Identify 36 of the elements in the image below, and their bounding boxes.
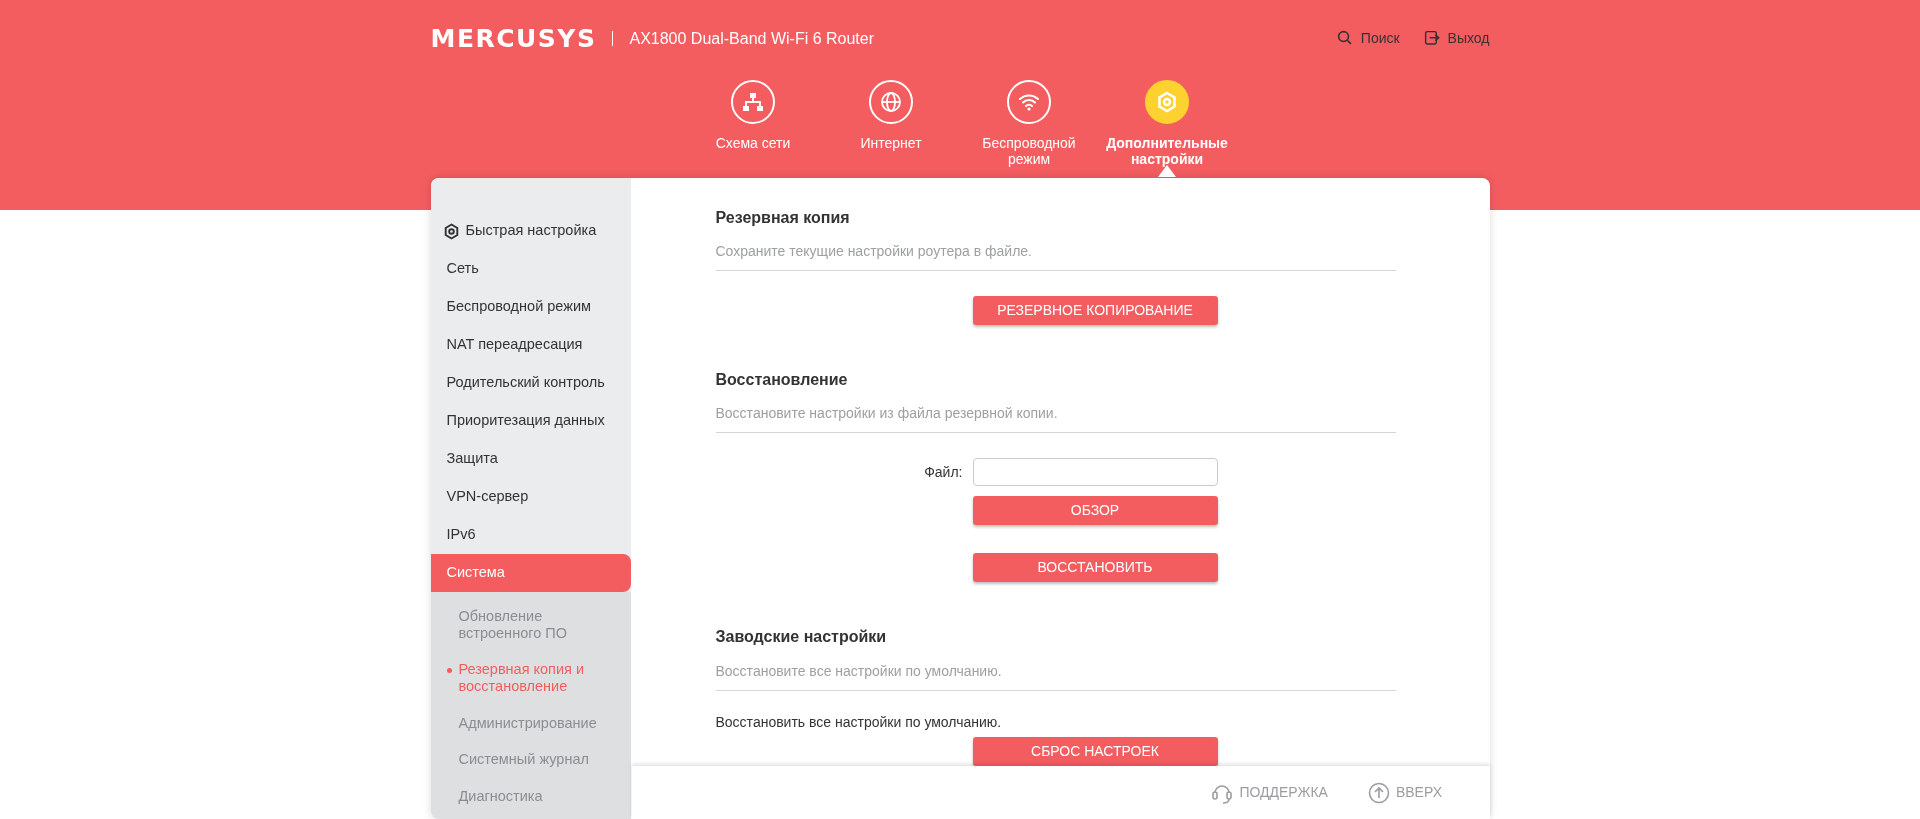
logout-button[interactable]: Выход <box>1423 28 1490 49</box>
sidebar-item[interactable]: Приоритезация данных <box>430 402 631 440</box>
sidebar-item[interactable]: NAT переадресация <box>430 326 631 364</box>
search-button[interactable]: Поиск <box>1336 28 1400 49</box>
submenu-item[interactable]: Обновление встроенного ПО <box>430 598 631 652</box>
sidebar-item[interactable]: Родительский контроль <box>430 364 631 402</box>
sidebar-item[interactable]: Защита <box>430 440 631 478</box>
sidebar-item[interactable]: Система <box>430 554 631 592</box>
router-model: AX1800 Dual-Band Wi-Fi 6 Router <box>629 28 875 49</box>
file-label: Файл: <box>923 462 964 482</box>
submenu-item[interactable]: Резервная копия и восстановление <box>430 651 631 705</box>
submenu-item[interactable]: Администрирование <box>430 704 631 742</box>
section-description: Сохраните текущие настройки роутера в файле. <box>715 241 1396 272</box>
action-button[interactable]: СБРОС НАСТРОЕК <box>972 736 1218 766</box>
section-title: Резервная копия <box>715 208 851 228</box>
section-description: Восстановите все настройки по умолчанию. <box>715 660 1396 691</box>
back-to-top-link[interactable]: ВВЕРХ <box>1367 781 1442 804</box>
sidebar-item[interactable]: Беспроводной режим <box>430 288 631 326</box>
submenu-item[interactable]: Системный журнал <box>430 741 631 779</box>
nav-tab[interactable]: Схема сети <box>695 80 811 168</box>
action-button[interactable]: ОБЗОР <box>972 496 1218 526</box>
support-link[interactable]: ПОДДЕРЖКА <box>1211 781 1328 804</box>
nav-tab[interactable]: Беспроводной режим <box>971 80 1087 168</box>
sidebar-item[interactable]: Быстрая настройка <box>430 212 631 250</box>
section-description: Восстановите настройки из файла резервной копии. <box>715 403 1396 434</box>
sidebar-item[interactable]: Сеть <box>430 250 631 288</box>
section-title: Восстановление <box>715 370 849 390</box>
sidebar-item[interactable]: VPN-сервер <box>430 478 631 516</box>
nav-tab[interactable]: Интернет <box>833 80 949 168</box>
submenu-item[interactable]: Диагностика <box>430 778 631 815</box>
sidebar-item[interactable]: IPv6 <box>430 516 631 554</box>
section-title: Заводские настройки <box>715 627 888 647</box>
brand-logo: MERCUSYS <box>430 23 597 55</box>
action-button[interactable]: РЕЗЕРВНОЕ КОПИРОВАНИЕ <box>972 296 1218 326</box>
action-button[interactable]: ВОССТАНОВИТЬ <box>972 553 1218 583</box>
instruction-text: Восстановить все настройки по умолчанию. <box>715 712 1003 732</box>
